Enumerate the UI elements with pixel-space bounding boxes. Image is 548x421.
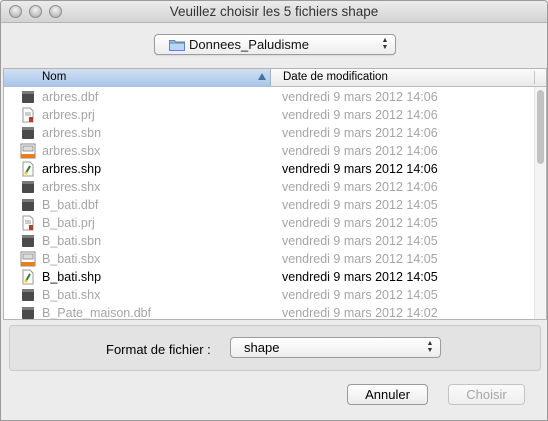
file-date: vendredi 9 mars 2012 14:05 xyxy=(282,252,438,266)
file-row: arbres.prj vendredi 9 mars 2012 14:06 xyxy=(4,106,536,124)
file-date: vendredi 9 mars 2012 14:06 xyxy=(282,144,438,158)
file-row: B_bati.sbx vendredi 9 mars 2012 14:05 xyxy=(4,250,536,268)
file-name: arbres.sbx xyxy=(42,144,101,158)
file-row: arbres.sbn vendredi 9 mars 2012 14:06 xyxy=(4,124,536,142)
file-name: B_bati.shp xyxy=(42,270,102,284)
file-date: vendredi 9 mars 2012 14:05 xyxy=(282,234,438,248)
cancel-button[interactable]: Annuler xyxy=(347,384,428,405)
file-row: B_Pate_maison.dbf vendredi 9 mars 2012 14… xyxy=(4,304,536,320)
vertical-scrollbar[interactable] xyxy=(534,87,546,319)
file-chooser-dialog: Veuillez choisir les 5 fichiers shape Do… xyxy=(0,0,548,421)
format-label: Format de fichier : xyxy=(106,342,211,357)
file-date: vendredi 9 mars 2012 14:05 xyxy=(282,198,438,212)
file-date: vendredi 9 mars 2012 14:06 xyxy=(282,90,438,104)
file-row: arbres.dbf vendredi 9 mars 2012 14:06 xyxy=(4,88,536,106)
text-file-icon xyxy=(20,215,36,231)
file-name: B_bati.sbx xyxy=(42,252,101,266)
file-name: arbres.shx xyxy=(42,180,101,194)
file-date: vendredi 9 mars 2012 14:06 xyxy=(282,180,438,194)
file-row: B_bati.sbn vendredi 9 mars 2012 14:05 xyxy=(4,232,536,250)
format-popup[interactable]: shape ▲ ▼ xyxy=(230,337,441,358)
scrollbar-thumb[interactable] xyxy=(537,90,544,164)
column-header-name[interactable]: Nom xyxy=(4,69,271,86)
shape-file-icon xyxy=(20,161,36,177)
file-name: B_bati.sbn xyxy=(42,234,102,248)
file-name: arbres.dbf xyxy=(42,90,99,104)
generic-file-icon xyxy=(20,89,36,105)
shape-file-icon xyxy=(20,269,36,285)
column-divider xyxy=(534,71,535,84)
file-date: vendredi 9 mars 2012 14:06 xyxy=(282,162,438,176)
file-date: vendredi 9 mars 2012 14:05 xyxy=(282,270,438,284)
generic-file-icon xyxy=(20,233,36,249)
file-date: vendredi 9 mars 2012 14:06 xyxy=(282,108,438,122)
file-row[interactable]: B_bati.shp vendredi 9 mars 2012 14:05 xyxy=(4,268,536,286)
file-name: B_bati.dbf xyxy=(42,198,99,212)
generic-file-icon xyxy=(20,197,36,213)
app-file-icon xyxy=(20,143,36,159)
file-date: vendredi 9 mars 2012 14:05 xyxy=(282,216,438,230)
popup-arrows-icon: ▲ ▼ xyxy=(426,340,434,354)
file-date: vendredi 9 mars 2012 14:06 xyxy=(282,126,438,140)
file-date: vendredi 9 mars 2012 14:05 xyxy=(282,288,438,302)
app-file-icon xyxy=(20,251,36,267)
choose-button[interactable]: Choisir xyxy=(448,384,525,405)
folder-popup[interactable]: Donnees_Paludisme ▲ ▼ xyxy=(154,34,396,55)
popup-arrows-icon: ▲ ▼ xyxy=(381,37,389,51)
folder-icon xyxy=(169,40,185,51)
format-value: shape xyxy=(244,340,280,355)
file-row: B_bati.dbf vendredi 9 mars 2012 14:05 xyxy=(4,196,536,214)
text-file-icon xyxy=(20,107,36,123)
file-name: arbres.shp xyxy=(42,162,102,176)
file-name: B_bati.shx xyxy=(42,288,101,302)
file-row: arbres.shx vendredi 9 mars 2012 14:06 xyxy=(4,178,536,196)
file-row: arbres.sbx vendredi 9 mars 2012 14:06 xyxy=(4,142,536,160)
window-title: Veuillez choisir les 5 fichiers shape xyxy=(169,4,379,19)
file-name: B_Pate_maison.dbf xyxy=(42,306,152,320)
file-list: Nom Date de modification arbres.dbf vendr… xyxy=(3,68,547,320)
column-name-label: Nom xyxy=(42,71,67,83)
folder-name: Donnees_Paludisme xyxy=(189,37,309,52)
title-bar: Veuillez choisir les 5 fichiers shape xyxy=(1,1,547,23)
file-rows: arbres.dbf vendredi 9 mars 2012 14:06 arbr… xyxy=(4,88,536,320)
generic-file-icon xyxy=(20,305,36,319)
file-name: arbres.sbn xyxy=(42,126,102,140)
file-name: B_bati.prj xyxy=(42,216,95,230)
file-name: arbres.prj xyxy=(42,108,95,122)
generic-file-icon xyxy=(20,179,36,195)
file-date: vendredi 9 mars 2012 14:02 xyxy=(282,306,438,320)
file-row: B_bati.prj vendredi 9 mars 2012 14:05 xyxy=(4,214,536,232)
list-header: Nom Date de modification xyxy=(4,69,546,87)
sort-ascending-icon xyxy=(258,73,266,80)
generic-file-icon xyxy=(20,287,36,303)
column-header-date[interactable]: Date de modification xyxy=(283,71,388,83)
file-row: B_bati.shx vendredi 9 mars 2012 14:05 xyxy=(4,286,536,304)
file-row[interactable]: arbres.shp vendredi 9 mars 2012 14:06 xyxy=(4,160,536,178)
generic-file-icon xyxy=(20,125,36,141)
format-panel: Format de fichier : shape ▲ ▼ xyxy=(9,325,541,371)
